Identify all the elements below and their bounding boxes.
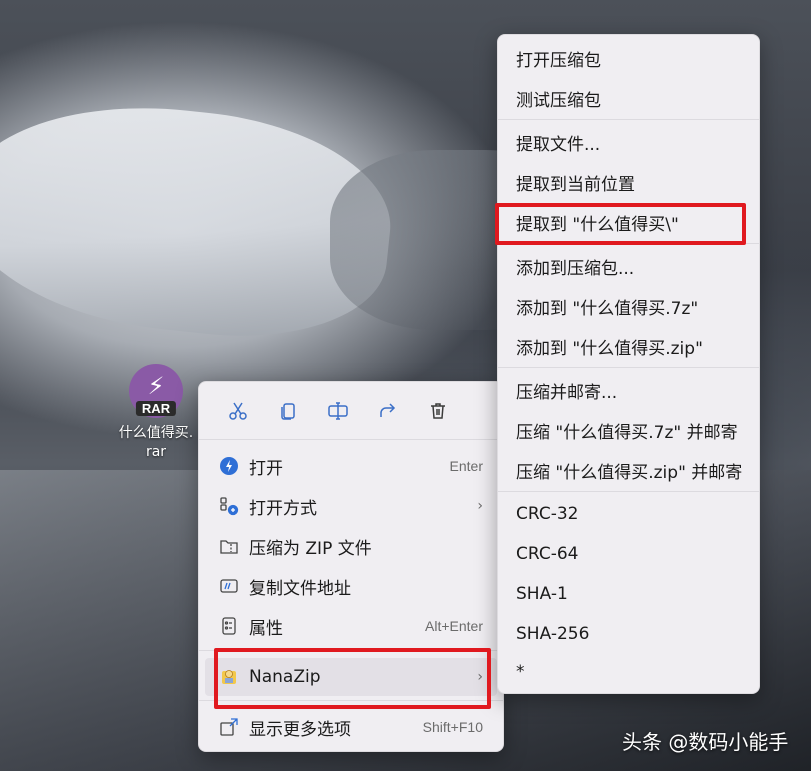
context-menu-toolbar bbox=[199, 382, 503, 440]
submenu-item-all-hashes[interactable]: * bbox=[516, 652, 525, 692]
submenu-item-extract-here[interactable]: 提取到当前位置 bbox=[516, 162, 635, 202]
submenu-item-add-to-archive[interactable]: 添加到压缩包... bbox=[516, 246, 634, 286]
submenu-item-add-to-7z[interactable]: 添加到 "什么值得买.7z" bbox=[516, 286, 698, 326]
menu-divider bbox=[498, 243, 759, 244]
menu-item-open-with[interactable]: 打开方式 › bbox=[205, 487, 497, 525]
menu-divider bbox=[199, 650, 503, 651]
properties-icon bbox=[222, 617, 236, 635]
submenu-item-compress-zip-email[interactable]: 压缩 "什么值得买.zip" 并邮寄 bbox=[516, 450, 742, 490]
submenu-item-sha256[interactable]: SHA-256 bbox=[516, 614, 589, 654]
submenu-item-add-to-zip[interactable]: 添加到 "什么值得买.zip" bbox=[516, 326, 703, 366]
submenu-item-compress-7z-email[interactable]: 压缩 "什么值得买.7z" 并邮寄 bbox=[516, 410, 738, 450]
delete-icon bbox=[431, 402, 445, 419]
open-with-icon bbox=[220, 497, 239, 516]
context-menu: 打开 Enter 打开方式 › 压缩为 ZIP 文件 复制文件地址 属性 Alt… bbox=[198, 381, 504, 752]
menu-item-compress-zip[interactable]: 压缩为 ZIP 文件 bbox=[205, 527, 497, 565]
copy-path-icon bbox=[220, 579, 238, 593]
menu-item-show-more-options[interactable]: 显示更多选项 Shift+F10 bbox=[205, 708, 497, 746]
submenu-item-extract-files[interactable]: 提取文件... bbox=[516, 122, 600, 162]
desktop-file-rar[interactable]: ⚡ RAR 什么值得买. rar bbox=[110, 364, 202, 462]
submenu-item-crc32[interactable]: CRC-32 bbox=[516, 494, 578, 534]
nanazip-submenu: 打开压缩包 测试压缩包 提取文件... 提取到当前位置 提取到 "什么值得买\"… bbox=[497, 34, 760, 694]
watermark-text: 头条 @数码小能手 bbox=[622, 730, 789, 754]
submenu-item-open-archive[interactable]: 打开压缩包 bbox=[516, 38, 601, 78]
desktop-file-label: 什么值得买. rar bbox=[118, 425, 194, 460]
submenu-item-crc64[interactable]: CRC-64 bbox=[516, 534, 578, 574]
nanazip-icon bbox=[222, 670, 236, 684]
rename-icon bbox=[328, 401, 348, 420]
menu-item-nanazip[interactable]: NanaZip › bbox=[205, 658, 497, 696]
menu-item-copy-path[interactable]: 复制文件地址 bbox=[205, 567, 497, 605]
delete-button[interactable] bbox=[413, 391, 463, 431]
menu-divider bbox=[498, 491, 759, 492]
chevron-right-icon: › bbox=[477, 669, 483, 685]
menu-divider bbox=[498, 367, 759, 368]
menu-divider bbox=[199, 700, 503, 701]
cut-button[interactable] bbox=[213, 391, 263, 431]
copy-icon bbox=[281, 402, 295, 420]
share-icon bbox=[380, 402, 396, 417]
rar-badge-text: RAR bbox=[135, 401, 177, 416]
chevron-right-icon: › bbox=[477, 498, 483, 514]
menu-divider bbox=[498, 119, 759, 120]
submenu-item-extract-to-folder[interactable]: 提取到 "什么值得买\" bbox=[516, 202, 679, 242]
submenu-item-sha1[interactable]: SHA-1 bbox=[516, 574, 568, 614]
rar-file-icon: ⚡ RAR bbox=[129, 364, 183, 418]
menu-item-properties[interactable]: 属性 Alt+Enter bbox=[205, 607, 497, 645]
open-icon bbox=[220, 457, 238, 475]
cut-icon bbox=[229, 402, 247, 420]
submenu-item-compress-and-email[interactable]: 压缩并邮寄... bbox=[516, 370, 617, 410]
rename-button[interactable] bbox=[313, 391, 363, 431]
zip-folder-icon bbox=[220, 540, 238, 554]
more-options-icon bbox=[220, 718, 238, 736]
submenu-item-test-archive[interactable]: 测试压缩包 bbox=[516, 78, 601, 118]
share-button[interactable] bbox=[363, 391, 413, 431]
copy-button[interactable] bbox=[263, 391, 313, 431]
menu-item-open[interactable]: 打开 Enter bbox=[205, 447, 497, 485]
